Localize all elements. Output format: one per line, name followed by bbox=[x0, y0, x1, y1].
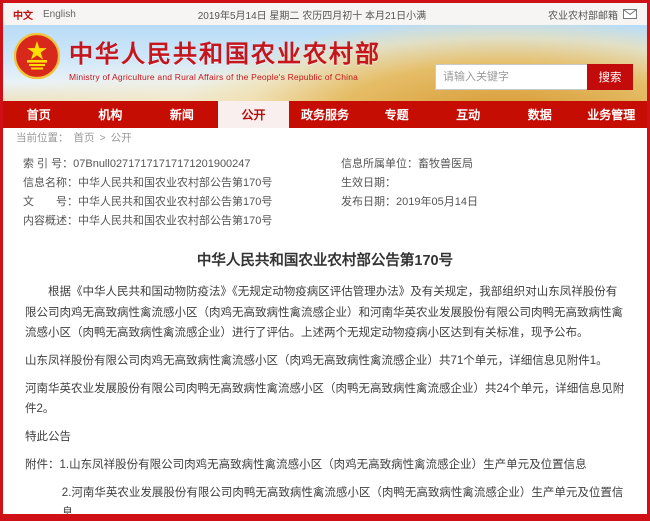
meta-value: 2019年05月14日 bbox=[396, 196, 478, 208]
breadcrumb-prefix: 当前位置： bbox=[16, 130, 69, 145]
attachment-line-1: 附件：1.山东凤祥股份有限公司肉鸡无高致病性禽流感小区（肉鸡无高致病性禽流感企业… bbox=[25, 455, 625, 476]
lang-chinese-link[interactable]: 中文 bbox=[13, 7, 33, 22]
meta-value: 中华人民共和国农业农村部公告第170号 bbox=[78, 177, 272, 189]
national-emblem-logo bbox=[13, 32, 61, 80]
meta-row-effective-date: 生效日期： bbox=[341, 174, 647, 193]
meta-label: 生效日期： bbox=[341, 177, 396, 189]
attachment-item: 2.河南华英农业发展股份有限公司肉鸭无高致病性禽流感小区（肉鸭无高致病性禽流感企… bbox=[62, 487, 624, 520]
article-paragraph: 根据《中华人民共和国动物防疫法》《无规定动物疫病区评估管理办法》及有关规定，我部… bbox=[25, 282, 625, 344]
nav-item-business[interactable]: 业务管理 bbox=[576, 101, 648, 128]
nav-item-disclosure[interactable]: 公开 bbox=[218, 101, 290, 128]
attachment-label: 附件： bbox=[25, 459, 60, 471]
meta-row-publish-date: 发布日期：2019年05月14日 bbox=[341, 193, 647, 212]
search-input[interactable] bbox=[435, 64, 587, 90]
meta-value: 07Bnull02717171717171201900247 bbox=[73, 158, 250, 170]
meta-label: 文 号： bbox=[23, 196, 78, 208]
meta-row-index-no: 索 引 号：07Bnull02717171717171201900247 bbox=[23, 155, 341, 174]
attachment-item: 1.山东凤祥股份有限公司肉鸡无高致病性禽流感小区（肉鸡无高致病性禽流感企业）生产… bbox=[60, 459, 587, 471]
article-title: 中华人民共和国农业农村部公告第170号 bbox=[25, 249, 625, 270]
meta-right-column: 信息所属单位：畜牧兽医局 生效日期： 发布日期：2019年05月14日 bbox=[341, 155, 647, 231]
meta-value: 畜牧兽医局 bbox=[418, 158, 473, 170]
article-paragraph: 河南华英农业发展股份有限公司肉鸭无高致病性禽流感小区（肉鸭无高致病性禽流感企业）… bbox=[25, 379, 625, 420]
meta-label: 信息名称： bbox=[23, 177, 78, 189]
mailbox-label: 农业农村部邮箱 bbox=[548, 7, 618, 22]
mailbox-link[interactable]: 农业农村部邮箱 bbox=[548, 7, 637, 22]
breadcrumb-current[interactable]: 公开 bbox=[111, 130, 132, 145]
meta-label: 信息所属单位： bbox=[341, 158, 418, 170]
article-body: 中华人民共和国农业农村部公告第170号 根据《中华人民共和国动物防疫法》《无规定… bbox=[3, 249, 647, 521]
meta-row-summary: 内容概述：中华人民共和国农业农村部公告第170号 bbox=[23, 212, 341, 231]
nav-item-topics[interactable]: 专题 bbox=[361, 101, 433, 128]
nav-item-data[interactable]: 数据 bbox=[504, 101, 576, 128]
page: 中文 English 2019年5月14日 星期二 农历四月初十 本月21日小满… bbox=[0, 0, 650, 521]
header-banner: 中华人民共和国农业农村部 Ministry of Agriculture and… bbox=[3, 25, 647, 101]
nav-item-services[interactable]: 政务服务 bbox=[289, 101, 361, 128]
article-paragraph: 特此公告 bbox=[25, 427, 625, 448]
breadcrumb: 当前位置： 首页 > 公开 bbox=[3, 128, 647, 147]
nav-item-home[interactable]: 首页 bbox=[3, 101, 75, 128]
meta-value: 中华人民共和国农业农村部公告第170号 bbox=[78, 196, 272, 208]
top-utility-bar: 中文 English 2019年5月14日 星期二 农历四月初十 本月21日小满… bbox=[3, 3, 647, 25]
breadcrumb-separator: > bbox=[100, 132, 106, 144]
nav-item-news[interactable]: 新闻 bbox=[146, 101, 218, 128]
meta-row-info-name: 信息名称：中华人民共和国农业农村部公告第170号 bbox=[23, 174, 341, 193]
nav-item-orgs[interactable]: 机构 bbox=[75, 101, 147, 128]
meta-label: 发布日期： bbox=[341, 196, 396, 208]
meta-label: 索 引 号： bbox=[23, 158, 73, 170]
date-line: 2019年5月14日 星期二 农历四月初十 本月21日小满 bbox=[76, 7, 548, 22]
meta-row-unit: 信息所属单位：畜牧兽医局 bbox=[341, 155, 647, 174]
site-title-block: 中华人民共和国农业农村部 Ministry of Agriculture and… bbox=[69, 34, 381, 82]
meta-label: 内容概述： bbox=[23, 215, 78, 227]
attachment-line-2: 2.河南华英农业发展股份有限公司肉鸭无高致病性禽流感小区（肉鸭无高致病性禽流感企… bbox=[25, 483, 625, 521]
breadcrumb-home-link[interactable]: 首页 bbox=[74, 130, 95, 145]
site-title-cn: 中华人民共和国农业农村部 bbox=[69, 34, 381, 69]
meta-row-doc-no: 文 号：中华人民共和国农业农村部公告第170号 bbox=[23, 193, 341, 212]
meta-value: 中华人民共和国农业农村部公告第170号 bbox=[78, 215, 272, 227]
search-box: 搜索 bbox=[435, 64, 633, 90]
site-title-en: Ministry of Agriculture and Rural Affair… bbox=[69, 72, 381, 82]
article-paragraph: 山东凤祥股份有限公司肉鸡无高致病性禽流感小区（肉鸡无高致病性禽流感企业）共71个… bbox=[25, 351, 625, 372]
search-button[interactable]: 搜索 bbox=[587, 64, 633, 90]
envelope-icon bbox=[623, 9, 637, 19]
document-meta: 索 引 号：07Bnull02717171717171201900247 信息名… bbox=[3, 147, 647, 233]
meta-left-column: 索 引 号：07Bnull02717171717171201900247 信息名… bbox=[23, 155, 341, 231]
nav-item-interaction[interactable]: 互动 bbox=[432, 101, 504, 128]
lang-english-link[interactable]: English bbox=[43, 9, 76, 20]
main-nav: 首页 机构 新闻 公开 政务服务 专题 互动 数据 业务管理 bbox=[3, 101, 647, 128]
